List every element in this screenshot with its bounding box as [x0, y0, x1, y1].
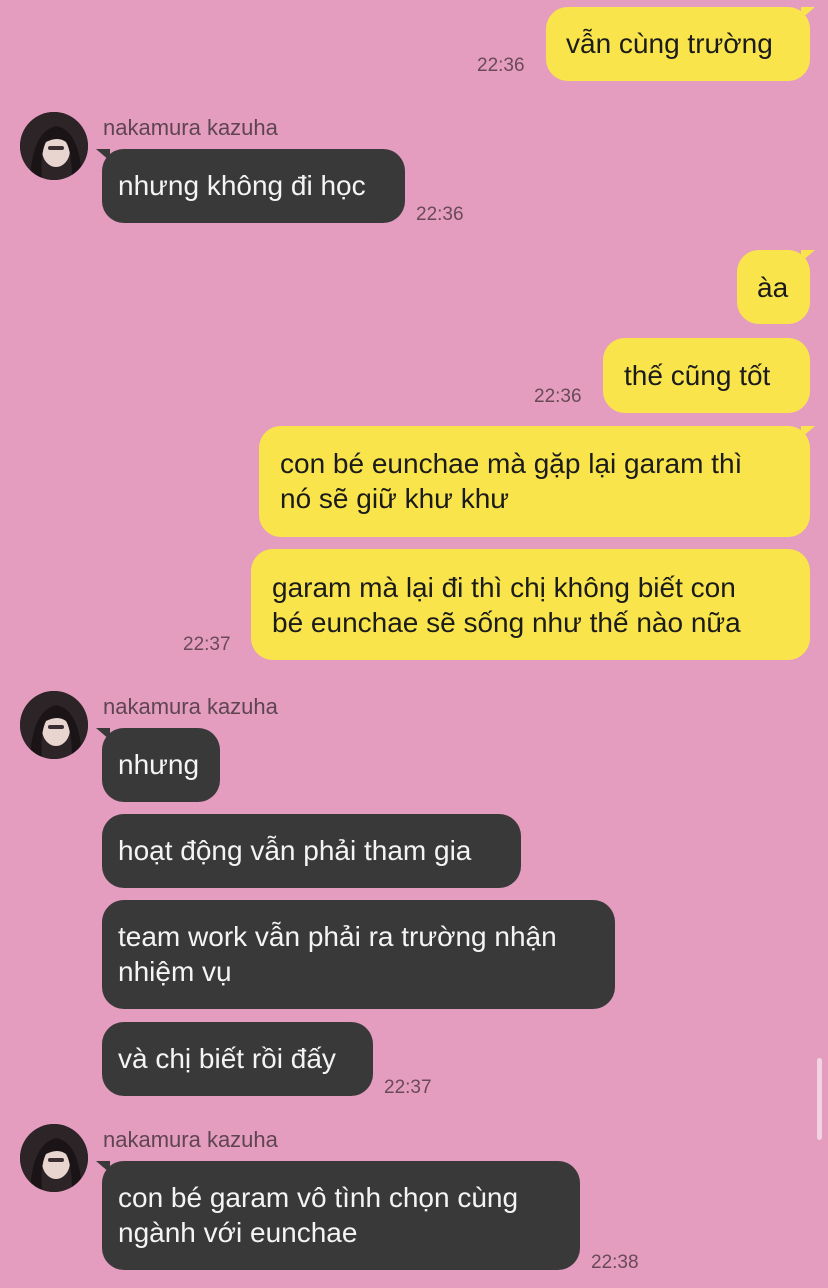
incoming-message[interactable]: hoạt động vẫn phải tham gia [102, 814, 521, 888]
avatar-photo-icon [20, 112, 88, 180]
outgoing-message[interactable]: garam mà lại đi thì chị không biết con b… [251, 549, 810, 660]
scrollbar[interactable] [817, 1058, 822, 1140]
message-time: 22:38 [591, 1252, 639, 1273]
bubble-tail [801, 426, 815, 438]
bubble-tail [96, 149, 110, 161]
outgoing-message[interactable]: vẫn cùng trường [546, 7, 810, 81]
bubble-tail [96, 1161, 110, 1173]
contact-name: nakamura kazuha [103, 115, 278, 140]
outgoing-message[interactable]: con bé eunchae mà gặp lại garam thì nó s… [259, 426, 810, 537]
incoming-message[interactable]: và chị biết rồi đấy [102, 1022, 373, 1096]
contact-avatar[interactable] [20, 112, 88, 180]
message-time: 22:36 [477, 55, 525, 76]
incoming-message[interactable]: nhưng [102, 728, 220, 802]
message-time: 22:36 [534, 386, 582, 407]
avatar-photo-icon [20, 1124, 88, 1192]
incoming-message[interactable]: team work vẫn phải ra trường nhận nhiệm … [102, 900, 615, 1009]
message-time: 22:37 [183, 634, 231, 655]
outgoing-message[interactable]: àa [737, 250, 810, 324]
message-time: 22:37 [384, 1077, 432, 1098]
outgoing-message[interactable]: thế cũng tốt [603, 338, 810, 413]
bubble-tail [801, 250, 815, 262]
bubble-tail [96, 728, 110, 740]
avatar-photo-icon [20, 691, 88, 759]
bubble-tail [801, 7, 815, 19]
contact-avatar[interactable] [20, 691, 88, 759]
contact-name: nakamura kazuha [103, 694, 278, 719]
incoming-message[interactable]: con bé garam vô tình chọn cùng ngành với… [102, 1161, 580, 1270]
contact-name: nakamura kazuha [103, 1127, 278, 1152]
incoming-message[interactable]: nhưng không đi học [102, 149, 405, 223]
contact-avatar[interactable] [20, 1124, 88, 1192]
message-time: 22:36 [416, 204, 464, 225]
